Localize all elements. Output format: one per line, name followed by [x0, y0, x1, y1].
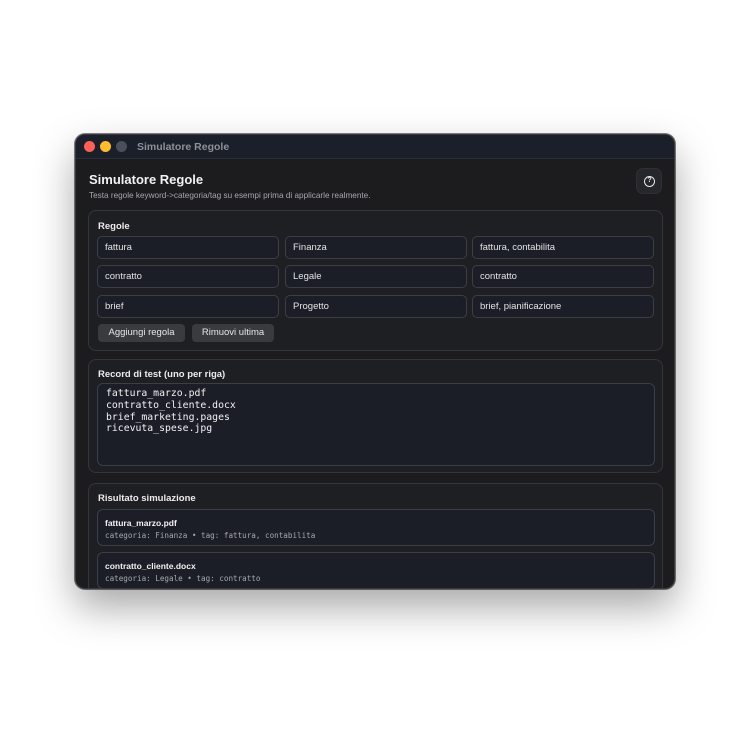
result-item: fattura_marzo.pdf categoria: Finanza • t… [97, 509, 655, 546]
rule-tags-field[interactable]: contratto [472, 265, 654, 288]
zoom-window-button[interactable] [116, 141, 127, 152]
page-title: Simulatore Regole [89, 172, 204, 187]
close-window-button[interactable] [84, 141, 95, 152]
rule-keyword-field[interactable]: contratto [97, 265, 279, 288]
record-line: contratto_cliente.docx [106, 399, 236, 411]
rule-tags-field[interactable]: brief, pianificazione [472, 295, 654, 318]
rule-category-field[interactable]: Finanza [285, 236, 467, 259]
test-records-title: Record di test (uno per riga) [98, 369, 226, 380]
simulation-results-panel: Risultato simulazione fattura_marzo.pdf … [88, 483, 663, 588]
test-records-panel: Record di test (uno per riga) fattura_ma… [88, 359, 663, 473]
page-subtitle: Testa regole keyword->categoria/tag su e… [89, 191, 371, 200]
simulation-results-title: Risultato simulazione [98, 493, 196, 504]
rule-keyword-field[interactable]: brief [97, 295, 279, 318]
rule-tags-field[interactable]: fattura, contabilita [472, 236, 654, 259]
test-records-textarea[interactable]: fattura_marzo.pdf contratto_cliente.docx… [97, 383, 655, 466]
record-line: brief_marketing.pages [106, 411, 230, 423]
result-detail: categoria: Finanza • tag: fattura, conta… [105, 531, 316, 540]
result-item: contratto_cliente.docx categoria: Legale… [97, 552, 655, 588]
question-circle-icon: ? [644, 176, 655, 187]
main-content: Simulatore Regole Testa regole keyword->… [76, 160, 674, 588]
rule-keyword-field[interactable]: fattura [97, 236, 279, 259]
minimize-window-button[interactable] [100, 141, 111, 152]
record-line: ricevuta_spese.jpg [106, 423, 213, 435]
record-line: fattura_marzo.pdf [106, 388, 207, 399]
rules-panel: Regole fattura Finanza fattura, contabil… [88, 210, 663, 351]
result-file-name: contratto_cliente.docx [105, 561, 196, 571]
add-rule-button[interactable]: Aggiungi regola [98, 324, 185, 342]
result-detail: categoria: Legale • tag: contratto [105, 574, 261, 583]
app-window: Simulatore Regole Simulatore Regole Test… [75, 134, 675, 589]
title-bar: Simulatore Regole [76, 135, 674, 159]
remove-last-rule-button[interactable]: Rimuovi ultima [192, 324, 274, 342]
rule-category-field[interactable]: Legale [285, 265, 467, 288]
result-file-name: fattura_marzo.pdf [105, 518, 177, 528]
help-button[interactable]: ? [636, 168, 662, 194]
rules-title: Regole [98, 221, 130, 232]
window-title: Simulatore Regole [137, 141, 230, 153]
rule-category-field[interactable]: Progetto [285, 295, 467, 318]
